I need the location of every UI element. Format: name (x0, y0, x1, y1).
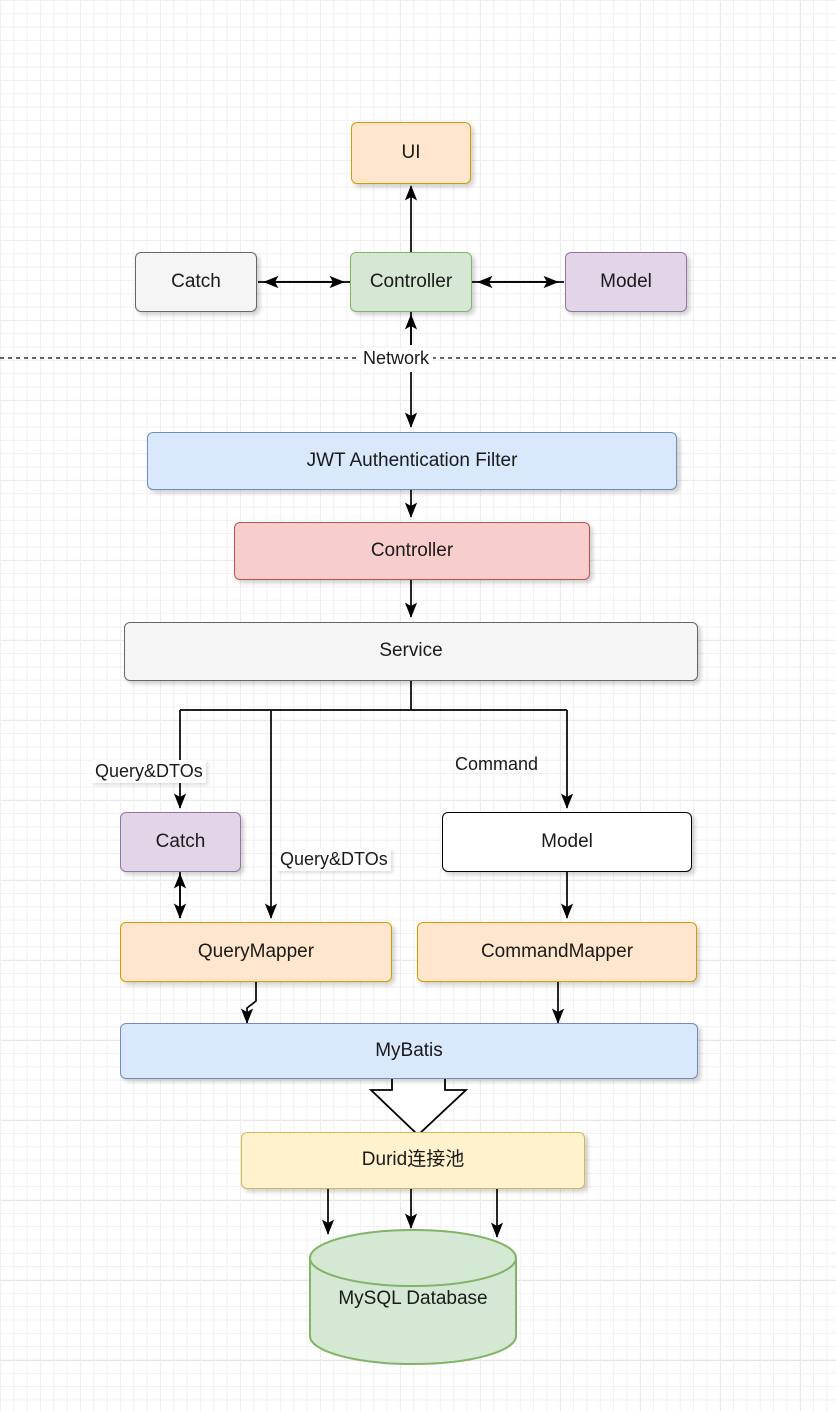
node-service[interactable]: Service (124, 622, 698, 681)
node-cache-catch[interactable]: Catch (120, 812, 241, 872)
node-client-catch-label: Catch (171, 270, 221, 292)
edge-layer (0, 185, 836, 1365)
node-durid-pool[interactable]: Durid连接池 (241, 1132, 585, 1189)
node-database-label-text: MySQL Database (338, 1288, 488, 1309)
node-client-model[interactable]: Model (565, 252, 687, 312)
node-client-model-label: Model (600, 270, 652, 292)
node-ui-label: UI (401, 141, 421, 163)
edge-querymapper-mybatis (240, 982, 257, 1024)
network-separator-label: Network (359, 348, 434, 369)
node-durid-pool-label: Durid连接池 (361, 1149, 465, 1171)
edge-label-query-dtos-mid-text: Query&DTOs (280, 849, 388, 869)
edge-label-query-dtos-left: Query&DTOs (92, 760, 206, 783)
node-query-mapper-label: QueryMapper (197, 940, 315, 962)
diagram-canvas: UI Catch Controller Model Network JWT Au… (0, 0, 836, 1411)
node-cache-catch-label: Catch (155, 830, 206, 852)
node-service-label: Service (379, 640, 443, 662)
node-server-controller[interactable]: Controller (234, 522, 590, 580)
node-database-label: MySQL Database (310, 1288, 516, 1310)
node-client-catch[interactable]: Catch (135, 252, 257, 312)
edge-label-command-text: Command (455, 754, 539, 774)
edge-label-command: Command (452, 753, 541, 776)
node-mybatis-label: MyBatis (375, 1039, 443, 1061)
network-label-text: Network (363, 348, 430, 368)
node-query-mapper[interactable]: QueryMapper (120, 922, 392, 982)
node-jwt-authentication-filter[interactable]: JWT Authentication Filter (147, 432, 677, 490)
node-command-mapper-label: CommandMapper (480, 940, 634, 962)
node-client-controller-label: Controller (369, 270, 453, 292)
block-arrow-mybatis-durid (368, 1077, 469, 1137)
node-command-mapper[interactable]: CommandMapper (417, 922, 697, 982)
node-client-controller[interactable]: Controller (350, 252, 472, 312)
edge-label-query-dtos-left-text: Query&DTOs (95, 761, 203, 781)
node-domain-model[interactable]: Model (442, 812, 692, 872)
edge-label-query-dtos-mid: Query&DTOs (277, 848, 391, 871)
node-ui[interactable]: UI (351, 122, 471, 184)
node-server-controller-label: Controller (370, 539, 454, 561)
node-domain-model-label: Model (541, 830, 593, 852)
node-mybatis[interactable]: MyBatis (120, 1023, 698, 1079)
node-jwt-label: JWT Authentication Filter (306, 449, 518, 471)
